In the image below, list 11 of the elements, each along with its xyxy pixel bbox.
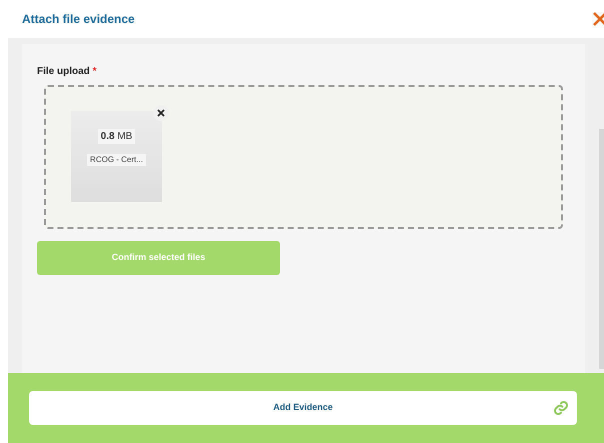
close-icon: [157, 109, 165, 117]
close-button[interactable]: [592, 11, 604, 27]
dialog-title: Attach file evidence: [22, 11, 135, 28]
link-icon: [553, 400, 569, 416]
file-size: 0.8 MB: [98, 129, 136, 144]
file-name: RCOG - Cert...: [87, 154, 146, 166]
scrollbar[interactable]: [599, 129, 604, 369]
dropzone[interactable]: 0.8 MB RCOG - Cert...: [44, 85, 563, 229]
add-evidence-button[interactable]: Add Evidence: [29, 391, 577, 425]
close-icon: [592, 11, 604, 27]
field-label: File upload *: [37, 65, 98, 79]
